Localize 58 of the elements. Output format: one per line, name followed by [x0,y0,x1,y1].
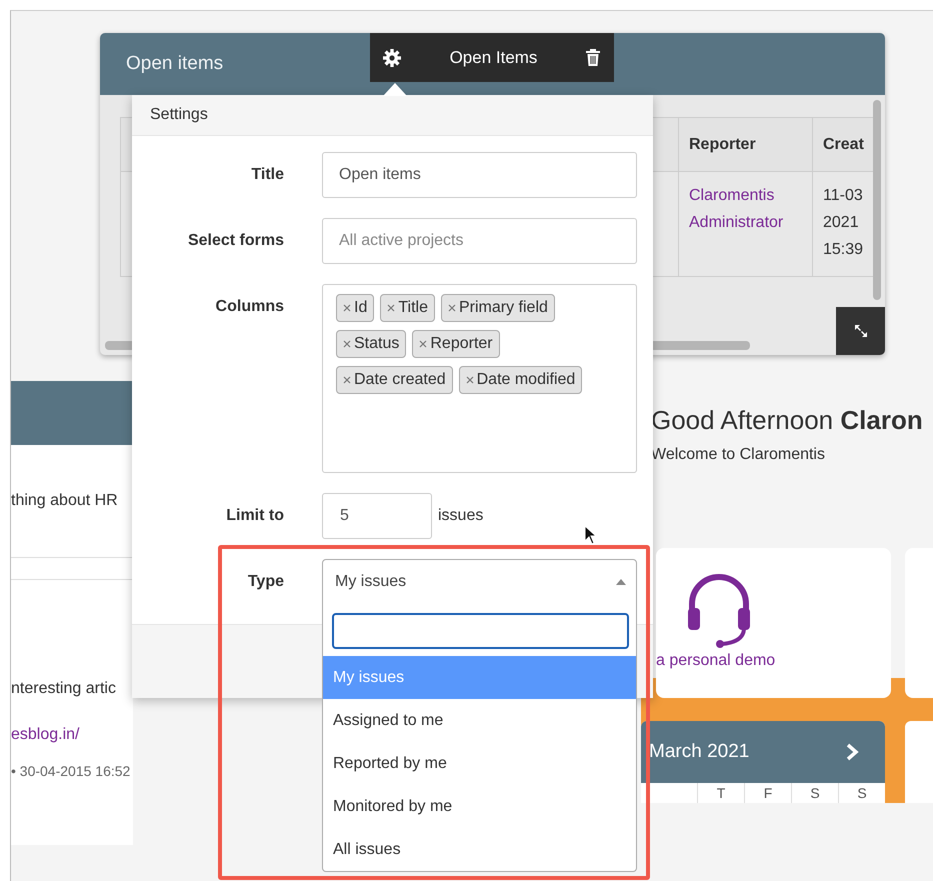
article-date: • 30-04-2015 16:52 [11,763,130,779]
widget-title: Open items [126,53,224,75]
column-tag[interactable]: Title [380,294,435,322]
remove-icon[interactable] [448,304,456,312]
select-value: My issues [335,573,406,591]
demo-card[interactable]: a personal demo [656,548,891,698]
weekday-label: S [791,783,838,803]
field-label: Limit to [225,507,284,525]
caret-up-icon [616,579,626,585]
demo-link[interactable]: a personal demo [656,652,776,670]
dropdown-option[interactable]: Assigned to me [323,699,636,742]
article-text: nteresting artic [11,680,116,698]
field-label: Select forms [186,232,284,250]
column-tag[interactable]: Status [336,330,406,358]
column-header: Reporter [679,118,813,171]
remove-icon[interactable] [343,376,351,384]
greeting-heading: Good Afternoon Claron [651,405,924,436]
weekday-label: S [838,783,885,803]
mouse-pointer-icon [584,525,598,545]
number-field[interactable]: 5 [322,493,432,539]
table-cell-text: 11-03 2021 15:39 [822,186,864,260]
popover-title: Settings [150,106,208,124]
article-text: thing about HR [11,492,118,510]
dropdown-option[interactable]: All issues [323,828,636,871]
column-tag[interactable]: Primary field [440,294,555,322]
field-label: Type [246,573,284,591]
tags-field[interactable]: Id Title Primary field Status Reporter Date created Date modified [322,284,637,473]
settings-icon[interactable] [382,48,402,68]
field-label: Columns [214,297,284,316]
toolbar-title: Open Items [450,48,538,68]
remove-icon[interactable] [343,304,351,312]
reporter-link[interactable]: Claromentis Administrator [689,182,804,236]
expand-icon [852,323,868,339]
column-tag[interactable]: Date created [336,366,453,394]
next-icon[interactable] [845,743,859,761]
delete-icon[interactable] [585,48,601,67]
scrollbar[interactable] [873,100,881,300]
remove-icon[interactable] [466,376,474,384]
column-header: Creat [822,135,865,155]
field-label: Title [250,166,284,184]
remove-icon[interactable] [387,304,396,312]
dropdown-option[interactable]: Reported by me [323,742,636,785]
calendar-month: March 2021 [649,741,750,763]
weekday-label: F [744,783,791,803]
column-tag[interactable]: Reporter [412,330,500,358]
select-field[interactable]: All active projects [322,218,637,264]
remove-icon[interactable] [419,340,428,348]
unit-label: issues [438,507,484,525]
welcome-text: Welcome to Claromentis [651,446,826,464]
remove-icon[interactable] [343,340,351,348]
search-field[interactable] [332,613,629,649]
column-tag[interactable]: Id [336,294,374,322]
weekday-label: T [697,783,744,803]
column-tag[interactable]: Date modified [458,366,582,394]
article-link[interactable]: esblog.in/ [11,721,80,748]
expand-button[interactable] [836,307,885,355]
text-field[interactable]: Open items [322,152,637,198]
dropdown-option[interactable]: Monitored by me [323,785,636,828]
